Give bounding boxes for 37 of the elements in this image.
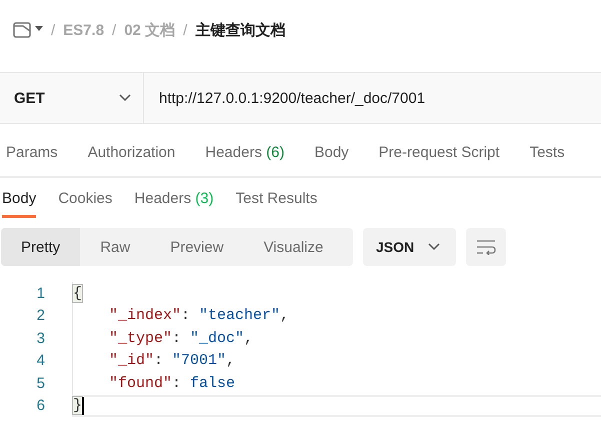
view-mode-tab[interactable]: Visualize [244,228,344,266]
line-number: 1 [36,284,45,302]
view-mode-tab[interactable]: Preview [150,228,244,266]
wrap-lines-icon [476,239,496,255]
breadcrumb-separator: / [112,22,116,38]
line-number: 4 [36,352,45,370]
chevron-icon [119,94,131,102]
line-number: 6 [36,397,45,414]
collection-icon[interactable] [13,22,43,38]
code-line: "_id": "7001", [72,350,601,372]
breadcrumb-item: 主键查询文档 [195,20,286,40]
view-mode-tab[interactable]: Raw [80,228,150,266]
response-tab[interactable]: Headers (3) [134,178,214,218]
format-dropdown[interactable]: JSON [363,228,456,266]
chevron-icon [428,243,440,251]
line-number: 3 [36,330,45,347]
request-tab[interactable]: Body [308,130,349,176]
breadcrumb-separator: / [51,22,56,38]
breadcrumb-separator: / [183,22,188,38]
line-number: 2 [36,307,45,324]
request-tab[interactable]: Headers (6) [199,130,284,176]
code-line: "_type": "_doc", [72,327,601,350]
request-tab[interactable]: Authorization [82,130,176,176]
request-tab[interactable]: Pre-request Script [372,130,500,176]
response-tab[interactable]: Body [2,178,36,218]
url-field[interactable]: http://127.0.0.1:9200/teacher/_doc/7001 [144,73,601,123]
request-tab[interactable]: Params [0,130,58,176]
wrap-lines-button[interactable] [466,228,506,266]
code-line: } [72,394,601,417]
code-line: "found": false [72,372,601,394]
request-tab[interactable]: Tests [524,130,565,176]
response-tab[interactable]: Cookies [58,178,112,218]
response-tab[interactable]: Test Results [236,178,318,218]
line-number: 5 [36,374,45,392]
view-mode-tab[interactable]: Pretty [1,228,80,266]
code-line: "_index": "teacher", [72,304,601,327]
code-line: { [72,282,601,304]
